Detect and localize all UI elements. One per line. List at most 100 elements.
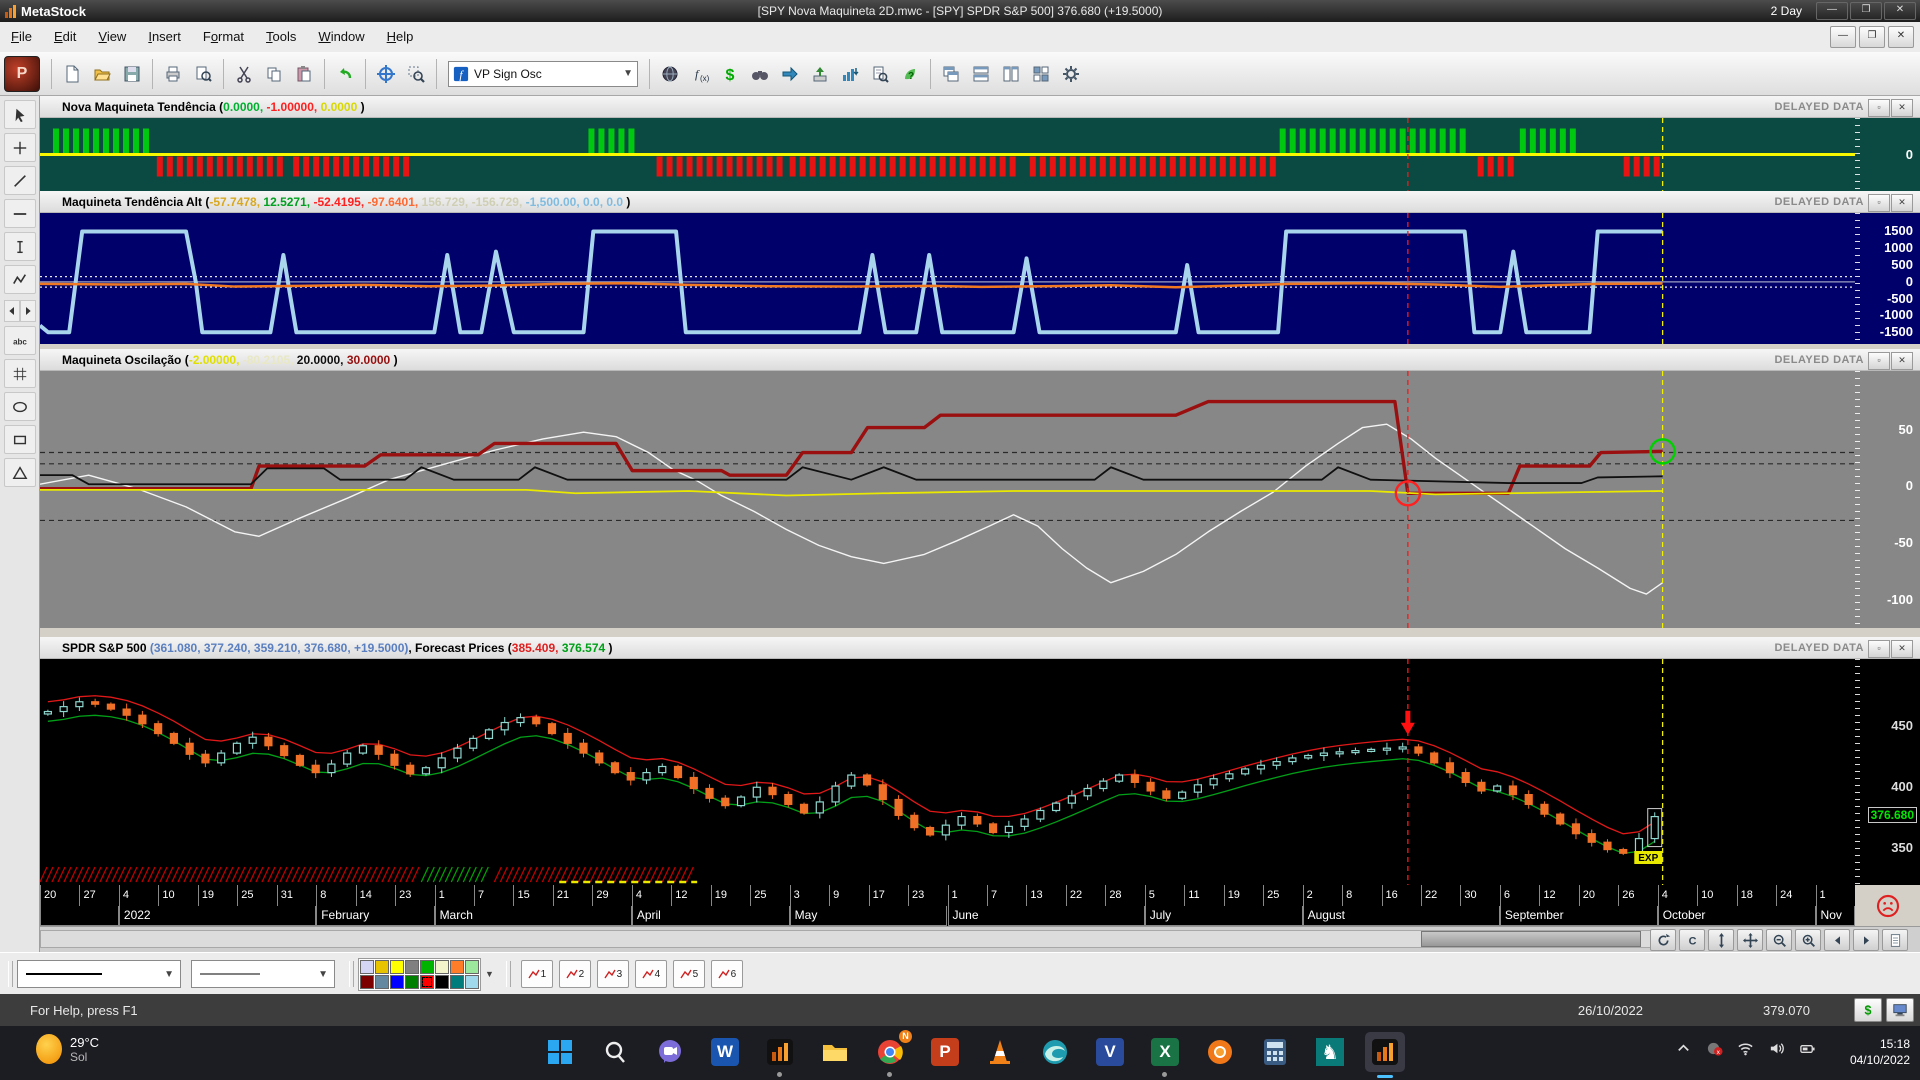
download-chart-button[interactable] [835,59,865,89]
color-swatch[interactable] [450,975,464,989]
taskbar-app-visio-icon[interactable]: V [1090,1032,1130,1072]
taskbar-app-start-icon[interactable] [540,1032,580,1072]
refresh-button[interactable] [1650,929,1676,951]
taskbar-app-edge-icon[interactable] [1035,1032,1075,1072]
ellipse-tool-button[interactable] [4,392,36,421]
color-swatch[interactable] [465,960,479,974]
color-swatch[interactable] [360,960,374,974]
zoom-out-button[interactable] [1766,929,1792,951]
taskbar-app-chess-icon[interactable]: ♞ [1310,1032,1350,1072]
taskbar-app-metastock-doc-icon[interactable] [760,1032,800,1072]
scroll-right-icon[interactable] [20,300,36,322]
open-button[interactable] [87,59,117,89]
color-swatch[interactable] [450,960,464,974]
zoom-select-button[interactable] [401,59,431,89]
triangle-tool-button[interactable] [4,458,36,487]
color-swatch[interactable] [375,975,389,989]
panel-close-icon[interactable]: ✕ [1891,99,1913,117]
taskbar-app-search-icon[interactable] [595,1032,635,1072]
color-swatch[interactable] [390,975,404,989]
taskbar-app-browser-icon[interactable] [1200,1032,1240,1072]
layout-preset-button-6[interactable]: 6 [711,960,743,988]
color-swatch[interactable] [420,960,434,974]
undo-button[interactable] [330,59,360,89]
dollar-button[interactable]: $ [715,59,745,89]
text-cursor-tool-button[interactable] [4,232,36,261]
crosshair-tool-button[interactable] [4,133,36,162]
panel-restore-icon[interactable]: ▫ [1868,352,1890,370]
pan-button[interactable] [1737,929,1763,951]
chevron-up-icon[interactable] [1675,1040,1692,1057]
go-arrow-button[interactable] [775,59,805,89]
doc-zoom-button[interactable] [865,59,895,89]
horizontal-scrollbar[interactable] [40,930,1670,948]
paste-button[interactable] [289,59,319,89]
taskbar-app-chat-icon[interactable] [650,1032,690,1072]
print-button[interactable] [158,59,188,89]
leaf-help-button[interactable]: ? [895,59,925,89]
layout-preset-button-3[interactable]: 3 [597,960,629,988]
layout-preset-button-4[interactable]: 4 [635,960,667,988]
taskbar-clock[interactable]: 15:18 04/10/2022 [1850,1036,1910,1068]
page-button[interactable] [1882,929,1908,951]
line-style-select[interactable]: ▼ [17,960,181,988]
chevron-down-icon[interactable]: ▼ [318,969,328,980]
vertical-fit-button[interactable] [1708,929,1734,951]
taskbar-app-metastock-icon[interactable] [1365,1032,1405,1072]
color-swatch[interactable] [405,975,419,989]
minimize-icon[interactable]: — [1816,2,1848,20]
copy-button[interactable] [259,59,289,89]
taskbar-app-vlc-icon[interactable] [980,1032,1020,1072]
c-button[interactable]: C [1679,929,1705,951]
horizontal-line-tool-button[interactable] [4,199,36,228]
taskbar-app-powerpoint-icon[interactable]: P [925,1032,965,1072]
wifi-icon[interactable] [1737,1040,1754,1057]
cut-button[interactable] [229,59,259,89]
upload-button[interactable] [805,59,835,89]
taskbar-app-calculator-icon[interactable] [1255,1032,1295,1072]
panel-close-icon[interactable]: ✕ [1891,194,1913,212]
layout-preset-button-5[interactable]: 5 [673,960,705,988]
line-weight-select[interactable]: ▼ [191,960,335,988]
restore-icon[interactable]: ❐ [1850,2,1882,20]
color-swatch[interactable] [375,960,389,974]
grid-tool-button[interactable] [4,359,36,388]
weather-widget[interactable]: 29°C Sol [36,1034,99,1064]
color-swatch[interactable] [435,975,449,989]
panel-restore-icon[interactable]: ▫ [1868,640,1890,658]
zoom-in-button[interactable] [1795,929,1821,951]
layout-preset-button-2[interactable]: 2 [559,960,591,988]
menu-item-window[interactable]: Window [307,22,375,52]
power-console-button[interactable]: P [4,56,40,92]
trendline-tool-button[interactable] [4,166,36,195]
palette-dropdown-icon[interactable]: ▼ [485,969,494,979]
menu-item-help[interactable]: Help [376,22,425,52]
layout-preset-button-1[interactable]: 1 [521,960,553,988]
dollar-status-button[interactable]: $ [1854,998,1882,1022]
rectangle-tool-button[interactable] [4,425,36,454]
save-button[interactable] [117,59,147,89]
panel-restore-icon[interactable]: ▫ [1868,194,1890,212]
menu-item-insert[interactable]: Insert [137,22,192,52]
color-swatch[interactable] [420,975,434,989]
tile-grid-button[interactable] [1026,59,1056,89]
mdi-restore-icon[interactable]: ❐ [1859,26,1885,48]
step-right-button[interactable] [1853,929,1879,951]
taskbar-app-chrome-icon[interactable]: N [870,1032,910,1072]
workspace-gear-button[interactable] [1056,59,1086,89]
chevron-down-icon[interactable]: ▼ [164,969,174,980]
panel-close-icon[interactable]: ✕ [1891,352,1913,370]
color-swatch[interactable] [435,960,449,974]
battery-icon[interactable] [1799,1040,1816,1057]
volume-icon[interactable] [1768,1040,1785,1057]
menu-item-edit[interactable]: Edit [43,22,87,52]
panel-chart-spdr-sp500[interactable]: EXP [40,659,1855,885]
scroll-left-icon[interactable] [4,300,20,322]
menu-item-file[interactable]: File [0,22,43,52]
print-preview-button[interactable] [188,59,218,89]
tile-vertical-button[interactable] [996,59,1026,89]
step-left-button[interactable] [1824,929,1850,951]
notification-alert-icon[interactable]: x [1706,1040,1723,1057]
cascade-button[interactable] [936,59,966,89]
taskbar-app-folder-icon[interactable] [815,1032,855,1072]
